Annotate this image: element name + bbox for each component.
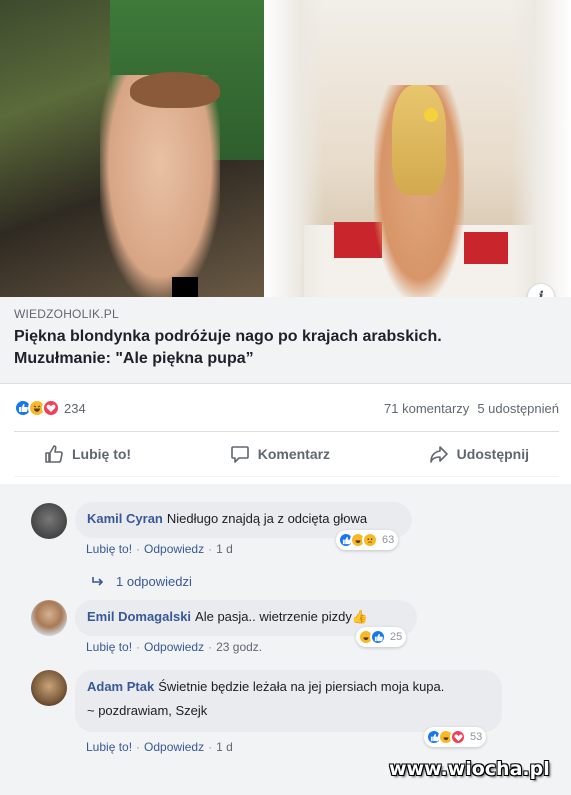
link-title-line: Muzułmanie: "Ale piękna pupa” <box>14 350 254 367</box>
comments-count[interactable]: 71 komentarzy <box>384 401 469 416</box>
pillow-shape <box>464 232 508 264</box>
reply-arrow-icon <box>92 576 104 586</box>
flower-shape <box>424 108 438 122</box>
reaction-count[interactable]: 234 <box>64 401 86 416</box>
link-title-line: Piękna blondynka podróżuje nago po kraja… <box>14 328 442 345</box>
sad-icon <box>362 532 378 548</box>
comment-button[interactable]: Komentarz <box>200 444 360 464</box>
censor-bar <box>172 277 198 297</box>
comment-text: Świetnie będzie leżała na jej piersiach … <box>158 679 445 694</box>
comment-button-label: Komentarz <box>257 446 331 462</box>
comment-author[interactable]: Adam Ptak <box>87 679 154 694</box>
comment-like-link[interactable]: Lubię to! <box>86 542 132 556</box>
comment-icon <box>230 446 249 463</box>
post-image-left[interactable] <box>0 0 264 297</box>
link-domain: WIEDZOHOLIK.PL <box>14 307 119 321</box>
avatar[interactable] <box>31 670 67 706</box>
share-button[interactable]: Udostępnij <box>399 444 559 464</box>
post-images[interactable] <box>0 0 571 297</box>
figure-shape <box>100 75 220 297</box>
reaction-summary[interactable] <box>14 399 60 417</box>
comment-meta: Lubię to! · Odpowiedz · 1 d <box>86 740 233 754</box>
like-icon <box>370 629 386 645</box>
avatar[interactable] <box>31 600 67 636</box>
comment-like-link[interactable]: Lubię to! <box>86 740 132 754</box>
love-icon <box>42 399 60 417</box>
comment-meta: Lubię to! · Odpowiedz · 23 godz. <box>86 640 263 654</box>
link-title[interactable]: Piękna blondynka podróżuje nago po kraja… <box>14 326 557 370</box>
comment-reaction-count: 63 <box>382 534 395 546</box>
curtain-left <box>264 0 324 297</box>
divider <box>14 476 559 477</box>
comment-reply-link[interactable]: Odpowiedz <box>144 640 204 654</box>
like-button-label: Lubię to! <box>72 446 132 462</box>
comment-author[interactable]: Kamil Cyran <box>87 511 163 526</box>
comment-time[interactable]: 1 d <box>216 740 233 754</box>
comment-time[interactable]: 1 d <box>216 542 233 556</box>
love-icon <box>450 729 466 745</box>
like-button[interactable]: Lubię to! <box>14 444 161 464</box>
divider <box>14 431 559 432</box>
view-replies-link[interactable]: 1 odpowiedzi <box>92 574 192 589</box>
post-image-right[interactable] <box>264 0 571 297</box>
hair-shape <box>392 85 446 195</box>
avatar[interactable] <box>31 503 67 539</box>
comment-reaction-count: 53 <box>470 731 483 743</box>
curtain-right <box>511 0 571 297</box>
replies-count: 1 odpowiedzi <box>116 574 192 589</box>
hat-shape <box>130 72 220 108</box>
comment-reply-link[interactable]: Odpowiedz <box>144 542 204 556</box>
comment-text-line2: ~ pozdrawiam, Szejk <box>87 703 208 718</box>
comment-text: Niedługo znajdą ja z odcięta głowa <box>166 511 368 526</box>
comment-reaction-count: 25 <box>390 631 403 643</box>
comment-reactions[interactable]: 25 <box>356 627 407 647</box>
comment-text: Ale pasja.. wietrzenie pizdy👍 <box>195 609 369 624</box>
comment-author[interactable]: Emil Domagalski <box>87 609 191 624</box>
thumbs-up-icon <box>45 445 63 463</box>
action-bar: Lubię to! Komentarz Udostępnij <box>14 434 559 474</box>
comment-bubble: Adam Ptak Świetnie będzie leżała na jej p… <box>75 670 502 732</box>
comment-like-link[interactable]: Lubię to! <box>86 640 132 654</box>
watermark: www.wiocha.pl <box>389 758 550 780</box>
share-button-label: Udostępnij <box>456 446 529 462</box>
link-preview[interactable]: WIEDZOHOLIK.PL Piękna blondynka podróżuj… <box>0 297 571 384</box>
post-stats: 234 71 komentarzy 5 udostępnień <box>14 396 559 420</box>
share-icon <box>429 446 448 463</box>
shares-count[interactable]: 5 udostępnień <box>477 401 559 416</box>
comment-time[interactable]: 23 godz. <box>216 640 262 654</box>
comment-reactions[interactable]: 53 <box>424 727 487 747</box>
comment-reply-link[interactable]: Odpowiedz <box>144 740 204 754</box>
comment-meta: Lubię to! · Odpowiedz · 1 d <box>86 542 233 556</box>
comment-reactions[interactable]: 63 <box>336 530 399 550</box>
